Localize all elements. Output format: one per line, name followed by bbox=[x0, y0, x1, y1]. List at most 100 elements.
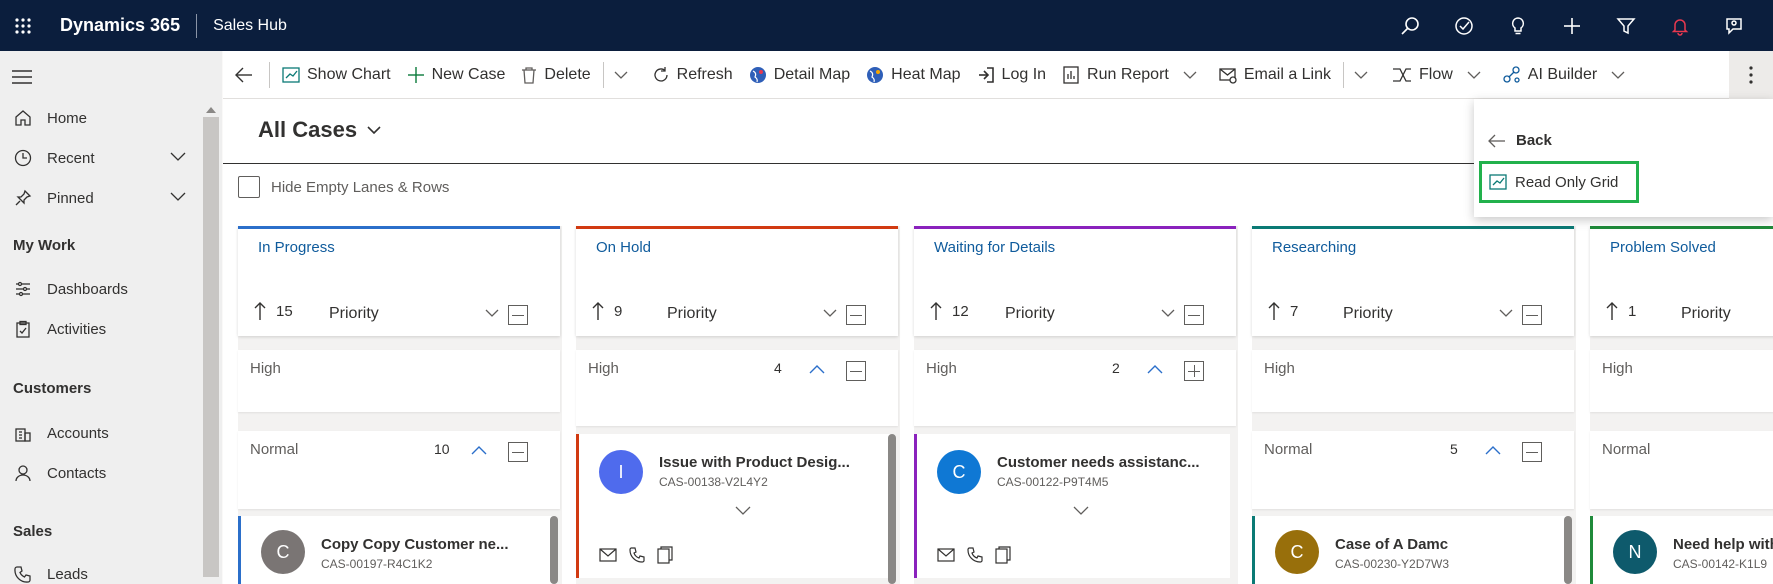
plus-icon[interactable] bbox=[1545, 0, 1599, 51]
collapse-lane-icon[interactable] bbox=[1522, 305, 1542, 325]
phone-icon[interactable] bbox=[629, 547, 645, 563]
flyout-back-button[interactable]: Back bbox=[1488, 132, 1552, 149]
back-button[interactable] bbox=[223, 51, 265, 99]
sidebar-item-leads[interactable]: Leads bbox=[0, 556, 200, 584]
run-report-button[interactable]: Run Report bbox=[1054, 51, 1177, 99]
app-launcher-icon[interactable] bbox=[0, 0, 46, 51]
email-icon[interactable] bbox=[599, 548, 617, 562]
lane-title[interactable]: Waiting for Details bbox=[934, 239, 1055, 256]
flow-button[interactable]: Flow bbox=[1384, 51, 1461, 99]
new-case-button[interactable]: New Case bbox=[399, 51, 514, 99]
email-link-chevron-icon[interactable] bbox=[1348, 51, 1374, 99]
sidebar-scrollbar[interactable] bbox=[200, 51, 222, 584]
chevron-down-icon[interactable] bbox=[1161, 309, 1175, 317]
detail-map-button[interactable]: Detail Map bbox=[741, 51, 858, 99]
case-card[interactable]: N Need help with CAS-00142-K1L9 bbox=[1590, 516, 1773, 584]
sidebar-item-accounts[interactable]: Accounts bbox=[0, 415, 200, 451]
bell-icon[interactable] bbox=[1653, 0, 1707, 51]
sidebar-group-my-work: My Work bbox=[13, 237, 76, 254]
case-title[interactable]: Issue with Product Desig... bbox=[659, 454, 850, 471]
lane-sort-field[interactable]: Priority bbox=[1681, 305, 1731, 323]
sidebar-scrollbar-thumb[interactable] bbox=[203, 117, 219, 577]
chevron-down-icon[interactable] bbox=[823, 309, 837, 317]
lane-scrollbar[interactable] bbox=[550, 516, 558, 584]
copy-icon[interactable] bbox=[657, 546, 673, 564]
search-icon[interactable] bbox=[1383, 0, 1437, 51]
collapse-lane-icon[interactable] bbox=[1184, 305, 1204, 325]
case-title[interactable]: Case of A Damc bbox=[1335, 536, 1448, 553]
chevron-down-icon[interactable] bbox=[735, 506, 751, 515]
case-card[interactable]: C Copy Copy Customer ne... CAS-00197-R4C… bbox=[238, 516, 554, 584]
case-title[interactable]: Copy Copy Customer ne... bbox=[321, 536, 509, 553]
refresh-button[interactable]: Refresh bbox=[644, 51, 741, 99]
chat-icon[interactable] bbox=[1707, 0, 1761, 51]
chevron-down-icon[interactable] bbox=[170, 152, 186, 162]
email-a-link-button[interactable]: Email a Link bbox=[1211, 51, 1339, 99]
sidebar-item-activities[interactable]: Activities bbox=[0, 311, 200, 347]
lane-scrollbar[interactable] bbox=[888, 434, 896, 584]
filter-icon[interactable] bbox=[1599, 0, 1653, 51]
lane-sort-field[interactable]: Priority bbox=[667, 305, 717, 323]
lane-sort-count[interactable]: 7 bbox=[1268, 302, 1298, 320]
case-card[interactable]: I Issue with Product Desig... CAS-00138-… bbox=[576, 434, 892, 578]
heat-map-button[interactable]: Heat Map bbox=[858, 51, 968, 99]
delete-button[interactable]: Delete bbox=[513, 51, 598, 99]
lane-sort-field[interactable]: Priority bbox=[1005, 305, 1055, 323]
hide-empty-checkbox[interactable] bbox=[238, 176, 260, 198]
read-only-grid-menu-item[interactable]: Read Only Grid bbox=[1479, 161, 1639, 203]
lane-sort-field[interactable]: Priority bbox=[329, 305, 379, 323]
collapse-group-icon[interactable] bbox=[1522, 442, 1542, 462]
ai-builder-button[interactable]: AI Builder bbox=[1495, 51, 1605, 99]
collapse-group-icon[interactable] bbox=[846, 361, 866, 381]
case-title[interactable]: Need help with bbox=[1673, 536, 1773, 553]
app-name[interactable]: Dynamics 365 bbox=[60, 15, 180, 36]
app-area-name[interactable]: Sales Hub bbox=[213, 17, 287, 35]
chevron-up-icon[interactable] bbox=[1485, 446, 1501, 455]
lane-sort-count[interactable]: 1 bbox=[1606, 302, 1636, 320]
copy-icon[interactable] bbox=[995, 546, 1011, 564]
case-card[interactable]: C Case of A Damc CAS-00230-Y2D7W3 bbox=[1252, 516, 1568, 584]
case-title[interactable]: Customer needs assistanc... bbox=[997, 454, 1200, 471]
chevron-down-icon[interactable] bbox=[170, 192, 186, 202]
collapse-lane-icon[interactable] bbox=[846, 305, 866, 325]
delete-more-chevron-icon[interactable] bbox=[608, 51, 634, 99]
sidebar-item-dashboards[interactable]: Dashboards bbox=[0, 271, 200, 307]
lane-sort-count[interactable]: 12 bbox=[930, 302, 969, 320]
collapse-lane-icon[interactable] bbox=[508, 305, 528, 325]
chevron-down-icon[interactable] bbox=[485, 309, 499, 317]
collapse-group-icon[interactable] bbox=[508, 442, 528, 462]
sidebar-item-recent[interactable]: Recent bbox=[0, 140, 200, 176]
ai-builder-chevron-icon[interactable] bbox=[1605, 51, 1631, 99]
lane-sort-field[interactable]: Priority bbox=[1343, 305, 1393, 323]
show-chart-button[interactable]: Show Chart bbox=[274, 51, 399, 99]
run-report-chevron-icon[interactable] bbox=[1177, 51, 1203, 99]
lane-title[interactable]: In Progress bbox=[258, 239, 335, 256]
flow-chevron-icon[interactable] bbox=[1461, 51, 1487, 99]
lane-title[interactable]: Researching bbox=[1272, 239, 1356, 256]
sidebar-item-contacts[interactable]: Contacts bbox=[0, 455, 200, 491]
phone-icon[interactable] bbox=[967, 547, 983, 563]
log-in-button[interactable]: Log In bbox=[969, 51, 1054, 99]
lane-title[interactable]: Problem Solved bbox=[1610, 239, 1716, 256]
chevron-up-icon[interactable] bbox=[471, 446, 487, 455]
more-commands-button[interactable] bbox=[1729, 51, 1773, 99]
assistant-icon[interactable] bbox=[1437, 0, 1491, 51]
chevron-up-icon[interactable] bbox=[809, 365, 825, 374]
email-icon[interactable] bbox=[937, 548, 955, 562]
lane-title[interactable]: On Hold bbox=[596, 239, 651, 256]
sidebar-item-pinned[interactable]: Pinned bbox=[0, 180, 200, 216]
lane-sort-count[interactable]: 9 bbox=[592, 302, 622, 320]
view-selector[interactable]: All Cases bbox=[258, 117, 381, 143]
lane-scrollbar[interactable] bbox=[1564, 516, 1572, 584]
expand-group-icon[interactable] bbox=[1184, 361, 1204, 381]
chevron-down-icon[interactable] bbox=[1073, 506, 1089, 515]
hamburger-menu-icon[interactable] bbox=[12, 69, 32, 85]
sidebar-item-home[interactable]: Home bbox=[0, 100, 200, 136]
scroll-up-arrow-icon[interactable] bbox=[206, 107, 216, 113]
lightbulb-icon[interactable] bbox=[1491, 0, 1545, 51]
lane-sort-count[interactable]: 15 bbox=[254, 302, 293, 320]
chevron-down-icon[interactable] bbox=[1499, 309, 1513, 317]
chevron-up-icon[interactable] bbox=[1147, 365, 1163, 374]
hide-empty-toggle[interactable]: Hide Empty Lanes & Rows bbox=[238, 176, 449, 198]
case-card[interactable]: C Customer needs assistanc... CAS-00122-… bbox=[914, 434, 1230, 578]
